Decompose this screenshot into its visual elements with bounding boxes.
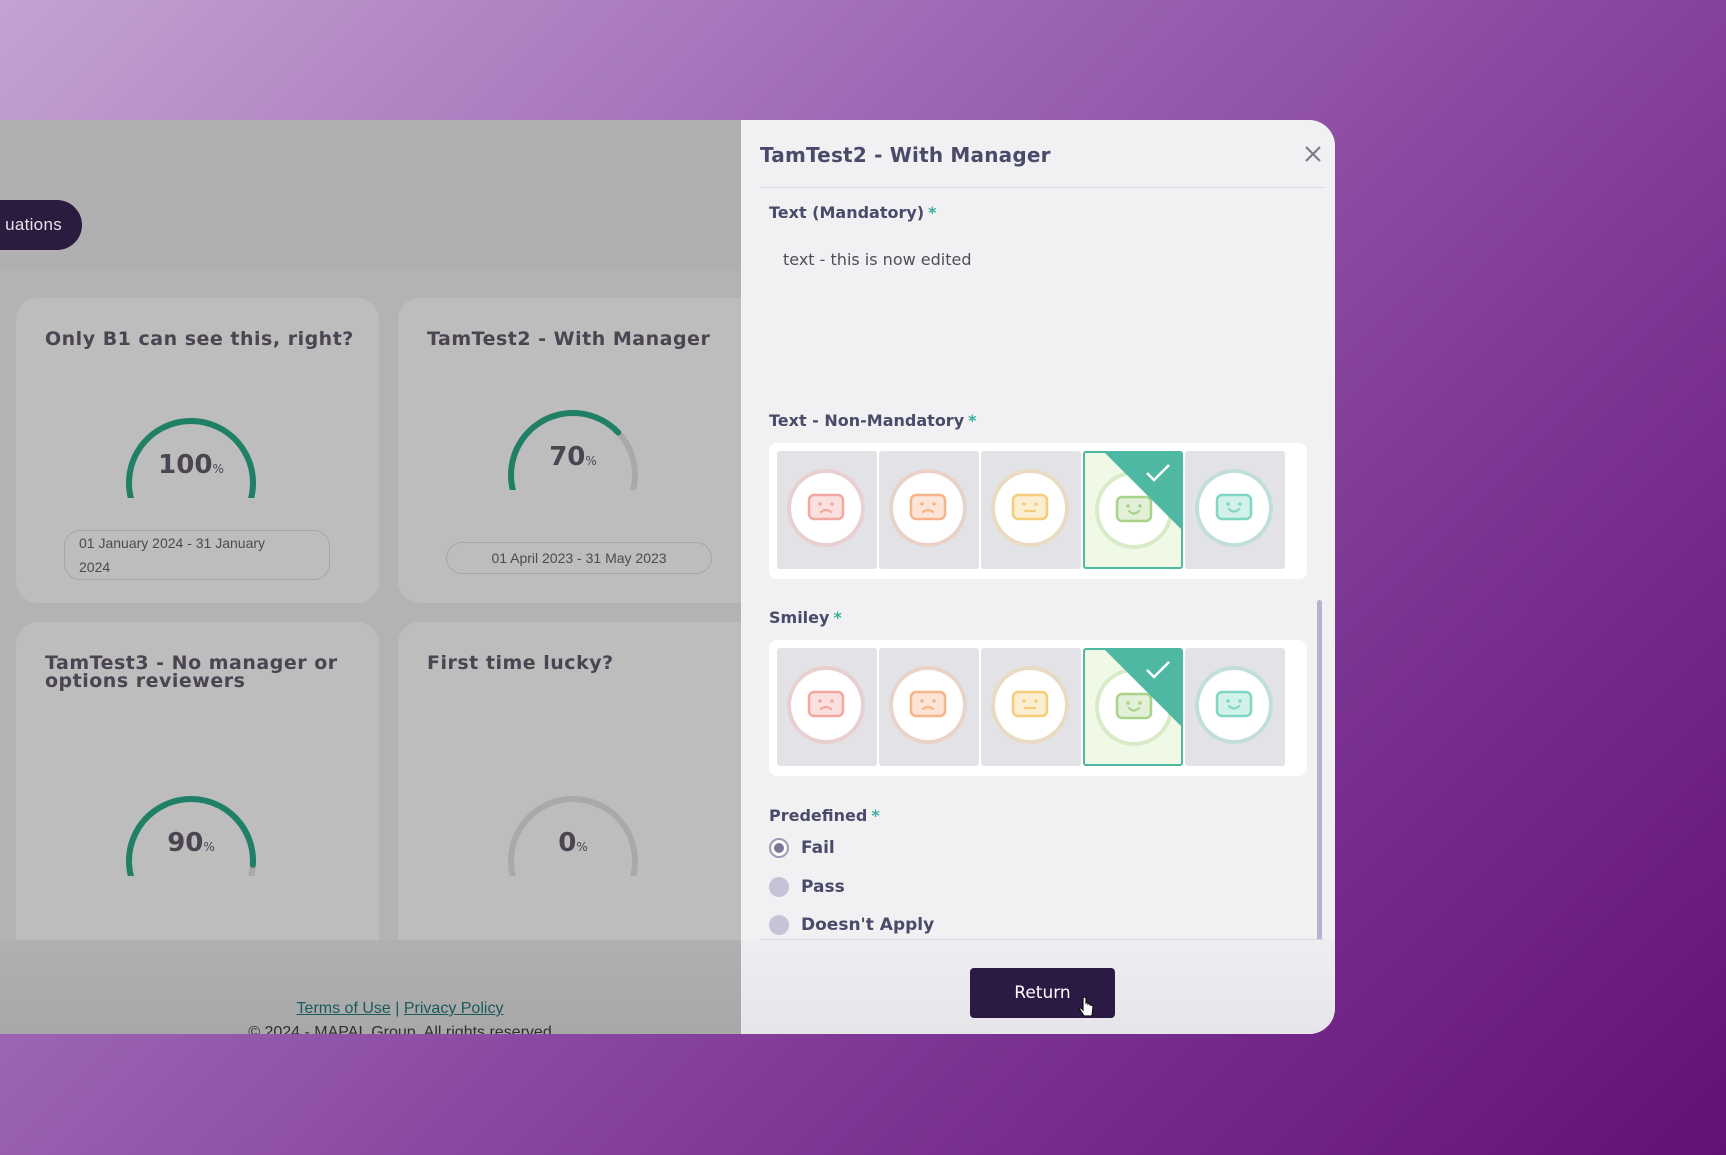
smiley-rating [769, 640, 1307, 776]
selected-corner [1103, 650, 1181, 728]
footer-separator: | [395, 1000, 400, 1017]
rating-option[interactable] [879, 451, 979, 569]
evaluation-card[interactable]: Only B1 can see this, right? 100% 01 Jan… [16, 298, 379, 603]
card-title: First time lucky? [427, 652, 614, 674]
rating-option[interactable] [777, 648, 877, 766]
progress-gauge: 100% [116, 408, 266, 515]
rating-option[interactable] [777, 451, 877, 569]
footer-divider [760, 939, 1325, 940]
predefined-label: Predefined * [769, 806, 880, 825]
text-mandatory-label: Text (Mandatory) * [769, 203, 937, 222]
gauge-percent: 100% [158, 450, 224, 480]
radio-button[interactable] [769, 915, 789, 935]
radio-button[interactable] [769, 877, 789, 897]
gauge-percent: 0% [558, 828, 588, 858]
page-footer: Terms of Use | Privacy Policy © 2024 - M… [0, 940, 741, 1034]
text-mandatory-field[interactable]: text - this is now edited [783, 250, 972, 269]
terms-of-use-link[interactable]: Terms of Use [297, 1000, 391, 1017]
rating-option[interactable] [981, 451, 1081, 569]
copyright-text: © 2024 - MAPAL Group. All rights reserve… [248, 1024, 552, 1034]
sad-face-icon [893, 670, 963, 740]
text-non-mandatory-label: Text - Non-Mandatory * [769, 411, 977, 430]
progress-gauge: 70% [498, 400, 648, 507]
sad-face-icon [893, 473, 963, 543]
evaluations-tab-label: uations [5, 215, 62, 234]
neutral-face-icon [995, 670, 1065, 740]
evaluation-card[interactable]: First time lucky? 0% [398, 622, 761, 962]
very-sad-face-icon [791, 670, 861, 740]
card-title: TamTest2 - With Manager [427, 328, 711, 350]
radio-option-doesnt-apply[interactable]: Doesn't Apply [769, 915, 934, 935]
evaluation-detail-panel: TamTest2 - With Manager Text (Mandatory)… [741, 120, 1335, 1034]
evaluation-card[interactable]: TamTest3 - No manager or options reviewe… [16, 622, 379, 962]
checkmark-icon [1146, 661, 1170, 679]
selected-corner [1103, 453, 1181, 531]
header-divider [760, 187, 1325, 188]
progress-gauge: 90% [116, 786, 266, 893]
gauge-percent: 70% [549, 442, 597, 472]
very-happy-face-icon [1199, 670, 1269, 740]
panel-title: TamTest2 - With Manager [760, 143, 1051, 167]
very-sad-face-icon [791, 473, 861, 543]
rating-option[interactable] [1185, 648, 1285, 766]
neutral-face-icon [995, 473, 1065, 543]
panel-scrollbar[interactable] [1317, 600, 1322, 940]
app-window: uations Only B1 can see this, right? 100… [0, 120, 1335, 1034]
checkmark-icon [1146, 464, 1170, 482]
evaluations-tab-pill[interactable]: uations [0, 200, 82, 250]
card-title: Only B1 can see this, right? [45, 328, 354, 350]
progress-gauge: 0% [498, 786, 648, 893]
rating-option[interactable] [1083, 451, 1183, 569]
rating-option[interactable] [1083, 648, 1183, 766]
radio-option-pass[interactable]: Pass [769, 877, 845, 897]
rating-option[interactable] [879, 648, 979, 766]
radio-option-fail[interactable]: Fail [769, 838, 835, 858]
radio-button[interactable] [769, 838, 789, 858]
close-icon [1305, 146, 1321, 162]
very-happy-face-icon [1199, 473, 1269, 543]
date-range-badge: 01 April 2023 - 31 May 2023 [446, 542, 712, 574]
evaluation-card[interactable]: TamTest2 - With Manager 70% 01 April 202… [398, 298, 761, 603]
privacy-policy-link[interactable]: Privacy Policy [404, 1000, 504, 1017]
dashboard-background: uations Only B1 can see this, right? 100… [0, 120, 761, 1034]
gauge-percent: 90% [167, 828, 215, 858]
text-non-mandatory-rating [769, 443, 1307, 579]
close-button[interactable] [1301, 142, 1325, 166]
rating-option[interactable] [1185, 451, 1285, 569]
smiley-label: Smiley * [769, 608, 842, 627]
rating-option[interactable] [981, 648, 1081, 766]
date-range-badge: 01 January 2024 - 31 January 2024 [64, 530, 330, 580]
hand-cursor-icon [1079, 996, 1094, 1017]
card-title: TamTest3 - No manager or options reviewe… [45, 652, 338, 692]
